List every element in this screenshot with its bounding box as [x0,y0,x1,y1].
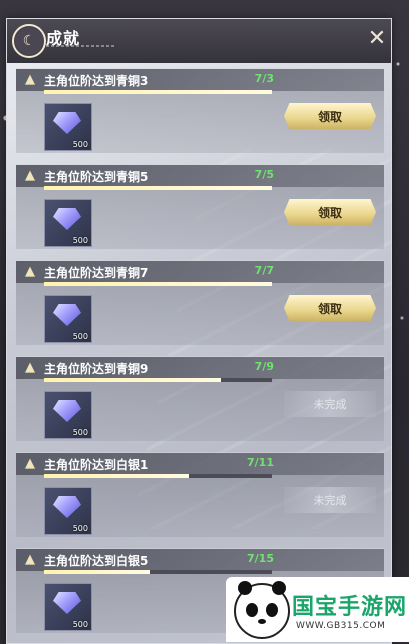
achievement-card: ▲ 主角位阶达到青铜3 7/3 500 领取 [16,68,384,153]
crescent-moon-icon: ☾ [12,24,46,58]
achievement-title: 主角位阶达到青铜9 [44,362,149,376]
panda-logo-icon [234,581,290,639]
claim-button[interactable]: 领取 [284,103,376,129]
reward-quantity: 500 [72,428,88,437]
progress-text: 7/9 [254,360,274,373]
rank-icon: ▲ [25,456,35,471]
reward-item[interactable]: 500 [44,583,92,631]
watermark-title: 国宝手游网 [292,595,408,620]
gem-icon [53,304,81,326]
reward-quantity: 500 [72,620,88,629]
watermark-url: WWW.GB315.COM [296,621,386,631]
achievement-card: ▲ 主角位阶达到青铜7 7/7 500 领取 [16,260,384,345]
gem-icon [53,496,81,518]
progress-text: 7/11 [247,456,274,469]
reward-quantity: 500 [72,524,88,533]
progress-text: 7/5 [254,168,274,181]
reward-item[interactable]: 500 [44,295,92,343]
achievement-title: 主角位阶达到青铜7 [44,266,149,280]
incomplete-button: 未完成 [284,391,376,417]
progress-bar [44,570,272,574]
achievement-title: 主角位阶达到青铜3 [44,74,149,88]
rank-icon: ▲ [25,168,35,183]
watermark: 国宝手游网 WWW.GB315.COM [226,577,409,642]
reward-quantity: 500 [72,236,88,245]
progress-text: 7/3 [254,72,274,85]
gem-icon [53,208,81,230]
rank-icon: ▲ [25,264,35,279]
gem-icon [53,592,81,614]
close-icon[interactable]: ✕ [366,28,388,50]
progress-bar-fill [44,282,272,286]
achievement-card: ▲ 主角位阶达到青铜9 7/9 500 未完成 [16,356,384,441]
incomplete-button: 未完成 [284,487,376,513]
progress-text: 7/7 [254,264,274,277]
achievement-card: ▲ 主角位阶达到青铜5 7/5 500 领取 [16,164,384,249]
achievement-title: 主角位阶达到白银1 [44,458,149,472]
reward-quantity: 500 [72,140,88,149]
reward-item[interactable]: 500 [44,199,92,247]
rank-icon: ▲ [25,552,35,567]
progress-bar-fill [44,474,189,478]
progress-text: 7/15 [247,552,274,565]
claim-button[interactable]: 领取 [284,199,376,225]
progress-bar [44,378,272,382]
progress-bar [44,186,272,190]
progress-bar [44,474,272,478]
claim-button[interactable]: 领取 [284,295,376,321]
reward-item[interactable]: 500 [44,103,92,151]
gem-icon [53,400,81,422]
gem-icon [53,112,81,134]
reward-item[interactable]: 500 [44,487,92,535]
progress-bar-fill [44,570,151,574]
progress-bar-fill [44,378,222,382]
reward-quantity: 500 [72,332,88,341]
achievement-title: 主角位阶达到白银5 [44,554,149,568]
reward-item[interactable]: 500 [44,391,92,439]
achievement-title: 主角位阶达到青铜5 [44,170,149,184]
progress-bar-fill [44,186,272,190]
progress-bar-fill [44,90,272,94]
rank-icon: ▲ [25,360,35,375]
progress-bar [44,282,272,286]
progress-bar [44,90,272,94]
title-underline [46,45,116,47]
achievement-card: ▲ 主角位阶达到白银1 7/11 500 未完成 [16,452,384,537]
rank-icon: ▲ [25,72,35,87]
